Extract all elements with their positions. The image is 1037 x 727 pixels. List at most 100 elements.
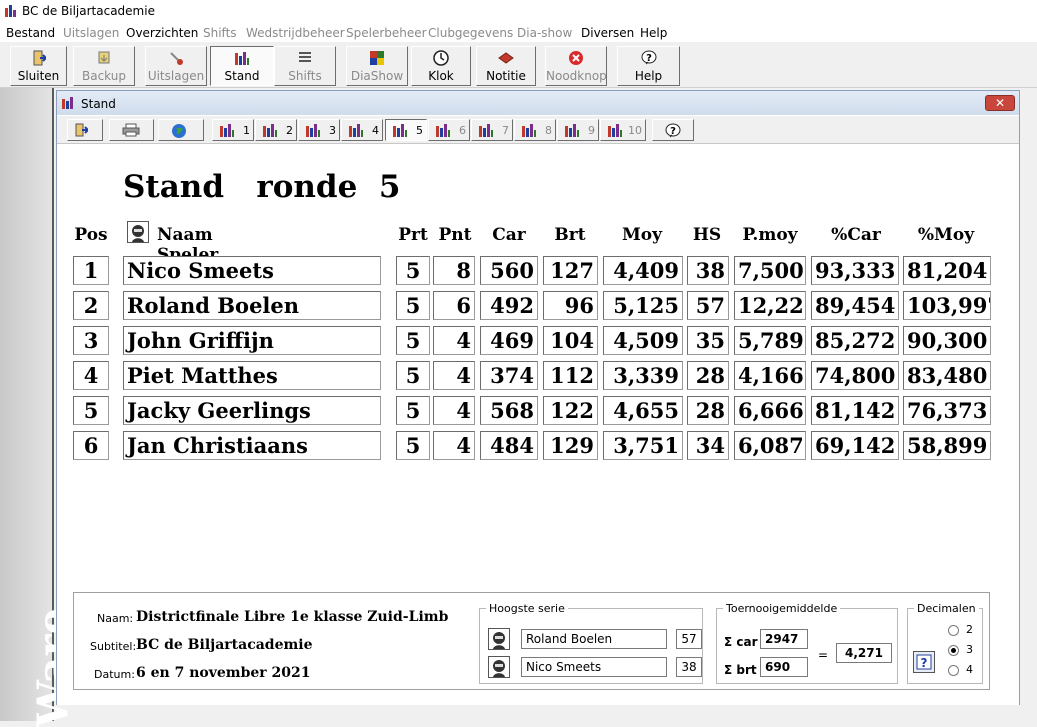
datum-label: Datum: [94, 668, 135, 681]
row-1-hs: 38 [687, 256, 729, 285]
row-1-moy: 4,409 [603, 256, 683, 285]
round-5-button[interactable]: 5 [385, 119, 427, 141]
diashow-button[interactable]: DiaShow [346, 46, 408, 86]
noodknop-button[interactable]: Noodknop [545, 46, 607, 86]
backup-button[interactable]: Backup [73, 46, 135, 86]
row-2-pnt: 6 [433, 291, 475, 320]
decimal-3-label: 3 [966, 643, 973, 656]
decimal-3-radio[interactable] [948, 645, 959, 656]
row-5-pos: 5 [73, 396, 109, 425]
uitslagen-button[interactable]: Uitslagen [145, 46, 207, 86]
row-5-hs: 28 [687, 396, 729, 425]
print-button[interactable] [109, 119, 154, 141]
help-button[interactable]: ? Help [617, 46, 680, 86]
sum-car-label: Σ car [724, 635, 758, 649]
round-10-button[interactable]: 10 [600, 119, 646, 141]
round-8-button[interactable]: 8 [514, 119, 556, 141]
menu-diversen[interactable]: Diversen [581, 26, 634, 40]
tournament-name: Districtfinale Libre 1e klasse Zuid-Limb [136, 609, 449, 625]
tournament-info-panel: Naam: Districtfinale Libre 1e klasse Zui… [73, 592, 990, 690]
subtitel-label: Subtitel: [90, 640, 137, 653]
row-5-naam: Jacky Geerlings [123, 396, 381, 425]
tournament-date: 6 en 7 november 2021 [136, 665, 311, 681]
menu-bestand[interactable]: Bestand [6, 26, 55, 40]
stand-window-title: Stand [81, 97, 116, 111]
row-3-pmoy-percent: 90,300 [903, 326, 991, 355]
row-1-pmoy-percent: 81,204 [903, 256, 991, 285]
row-2-car: 492 [480, 291, 538, 320]
clock-icon [412, 50, 470, 66]
col-brt: Brt [554, 225, 586, 245]
row-6-pcar: 69,142 [811, 431, 899, 460]
notitie-button[interactable]: Notitie [476, 46, 536, 86]
stand-button[interactable]: Stand [210, 46, 274, 86]
bar-chart-icon [348, 123, 364, 140]
row-5-car: 568 [480, 396, 538, 425]
round-1-button[interactable]: 1 [212, 119, 254, 141]
row-6-pmoy-percent: 58,899 [903, 431, 991, 460]
uitslagen-icon [146, 50, 206, 66]
row-5-pcar: 81,142 [811, 396, 899, 425]
row-2-moy: 5,125 [603, 291, 683, 320]
col-pmoy-percent: %Moy [917, 225, 975, 245]
menu-uitslagen[interactable]: Uitslagen [63, 26, 119, 40]
menu-shifts[interactable]: Shifts [203, 26, 237, 40]
calculator-icon[interactable]: ? [913, 651, 935, 673]
row-4-moy: 3,339 [603, 361, 683, 390]
list-icon [275, 50, 335, 66]
equals-sign: = [818, 648, 829, 662]
round-9-button[interactable]: 9 [557, 119, 599, 141]
sum-brt-label: Σ brt [724, 663, 757, 677]
menu-bar: Bestand Uitslagen Overzichten Shifts Wed… [0, 22, 1037, 42]
col-pcar: %Car [831, 225, 881, 245]
row-2-pmoy-percent: 103,997 [903, 291, 991, 320]
row-6-brt: 129 [543, 431, 598, 460]
bar-chart-icon [305, 123, 321, 140]
row-1-pnt: 8 [433, 256, 475, 285]
main-toolbar: Sluiten Backup Uitslagen Stand Shifts Di… [0, 42, 1037, 88]
stand-help-button[interactable]: ? [652, 119, 694, 141]
stand-content: Stand ronde 5 Pos Naam Speler Prt Pnt Ca… [57, 145, 1019, 705]
bar-chart-icon [211, 50, 273, 66]
decimal-4-radio[interactable] [948, 665, 959, 676]
row-3-brt: 104 [543, 326, 598, 355]
close-button[interactable]: ✕ [985, 95, 1015, 111]
round-3-button[interactable]: 3 [298, 119, 340, 141]
round-6-button[interactable]: 6 [428, 119, 470, 141]
backup-icon [74, 50, 134, 66]
svg-text:?: ? [670, 126, 676, 137]
menu-clubgegevens[interactable]: Clubgegevens [428, 26, 513, 40]
row-1-car: 560 [480, 256, 538, 285]
app-title-bar: BC de Biljartacademie [0, 0, 1037, 22]
sum-brt-value: 690 [760, 657, 808, 677]
row-4-prt: 5 [396, 361, 430, 390]
naam-label: Naam: [97, 612, 134, 625]
round-4-button[interactable]: 4 [341, 119, 383, 141]
row-6-prt: 5 [396, 431, 430, 460]
sluiten-button[interactable]: Sluiten [10, 46, 67, 86]
menu-spelerbeheer[interactable]: Spelerbeheer [346, 26, 427, 40]
menu-wedstrijdbeheer[interactable]: Wedstrijdbeheer [246, 26, 345, 40]
klok-button[interactable]: Klok [411, 46, 471, 86]
row-6-car: 484 [480, 431, 538, 460]
menu-help[interactable]: Help [640, 26, 667, 40]
row-1-pcar: 93,333 [811, 256, 899, 285]
menu-dia-show[interactable]: Dia-show [517, 26, 572, 40]
stand-exit-button[interactable] [67, 119, 103, 141]
player-face-icon [488, 656, 510, 678]
row-3-pcar: 85,272 [811, 326, 899, 355]
row-1-pmoy: 7,500 [734, 256, 806, 285]
menu-overzichten[interactable]: Overzichten [126, 26, 198, 40]
shifts-button[interactable]: Shifts [274, 46, 336, 86]
row-2-prt: 5 [396, 291, 430, 320]
row-2-pmoy: 12,222 [734, 291, 806, 320]
row-6-pmoy: 6,087 [734, 431, 806, 460]
bar-chart-icon [219, 123, 235, 140]
decimal-2-radio[interactable] [948, 625, 959, 636]
col-hs: HS [692, 225, 722, 245]
col-car: Car [492, 225, 526, 245]
round-2-button[interactable]: 2 [255, 119, 297, 141]
web-button[interactable] [158, 119, 204, 141]
round-7-button[interactable]: 7 [471, 119, 513, 141]
bar-chart-icon [521, 123, 537, 140]
